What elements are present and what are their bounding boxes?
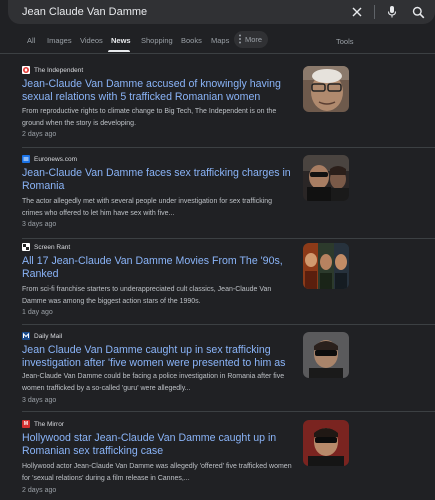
euronews-logo-icon <box>22 155 30 163</box>
result-divider <box>22 324 435 325</box>
result-title[interactable]: Jean-Claude Van Damme faces sex traffick… <box>22 167 294 193</box>
result-divider <box>22 411 435 412</box>
result-thumbnail[interactable] <box>303 332 349 378</box>
result-source: Euronews.com <box>34 155 77 163</box>
result-snippet: From sci-fi franchise starters to undera… <box>22 286 272 305</box>
result-source: Screen Rant <box>34 243 71 251</box>
result-title[interactable]: Jean Claude Van Damme caught up in sex t… <box>22 344 294 370</box>
news-result[interactable]: Euronews.com Jean-Claude Van Damme faces… <box>22 155 422 237</box>
result-age: 3 days ago <box>22 221 57 228</box>
result-age: 1 day ago <box>22 309 53 316</box>
tab-all[interactable]: All <box>27 36 35 45</box>
result-title[interactable]: Hollywood star Jean-Claude Van Damme cau… <box>22 432 294 458</box>
news-result[interactable]: Daily Mail Jean Claude Van Damme caught … <box>22 332 422 410</box>
active-tab-indicator <box>108 50 130 52</box>
search-tabs: All Images Videos News Shopping Books Ma… <box>0 30 435 52</box>
search-input[interactable]: Jean Claude Van Damme <box>22 6 348 18</box>
result-age: 2 days ago <box>22 487 57 494</box>
tab-videos[interactable]: Videos <box>80 36 103 45</box>
tab-images[interactable]: Images <box>47 36 72 45</box>
news-result[interactable]: The Independent Jean-Claude Van Damme ac… <box>22 66 422 146</box>
tab-news[interactable]: News <box>111 36 131 45</box>
close-icon[interactable] <box>348 3 366 21</box>
result-title[interactable]: Jean-Claude Van Damme accused of knowing… <box>22 78 294 104</box>
tab-more[interactable]: More <box>234 31 269 48</box>
result-divider <box>22 238 435 239</box>
daily-mail-logo-icon <box>22 332 30 340</box>
search-icon[interactable] <box>409 3 427 21</box>
the-mirror-logo-icon: M <box>22 420 30 428</box>
tab-shopping[interactable]: Shopping <box>141 36 173 45</box>
result-source: The Independent <box>34 66 84 74</box>
result-source: Daily Mail <box>34 332 63 340</box>
microphone-icon[interactable] <box>383 3 401 21</box>
result-title[interactable]: All 17 Jean-Claude Van Damme Movies From… <box>22 255 294 281</box>
result-thumbnail[interactable] <box>303 420 349 466</box>
result-snippet: Jean-Claude Van Damme could be facing a … <box>22 373 285 392</box>
more-label: More <box>245 35 263 44</box>
tab-books[interactable]: Books <box>181 36 202 45</box>
result-divider <box>22 147 435 148</box>
tabs-divider <box>0 53 435 54</box>
screen-rant-logo-icon <box>22 243 30 251</box>
news-result[interactable]: M The Mirror Hollywood star Jean-Claude … <box>22 420 422 500</box>
result-source: The Mirror <box>34 420 64 428</box>
search-bar[interactable]: Jean Claude Van Damme <box>8 0 435 24</box>
result-thumbnail[interactable] <box>303 155 349 201</box>
result-age: 2 days ago <box>22 131 57 138</box>
result-snippet: From reproductive rights to climate chan… <box>22 108 277 127</box>
result-snippet: The actor allegedly met with several peo… <box>22 198 273 217</box>
search-bar-divider <box>374 5 375 19</box>
result-thumbnail[interactable] <box>303 243 349 289</box>
result-snippet: Hollywood actor Jean-Claude Van Damme wa… <box>22 463 292 482</box>
tools-button[interactable]: Tools <box>336 37 354 46</box>
result-thumbnail[interactable] <box>303 66 349 112</box>
news-result[interactable]: Screen Rant All 17 Jean-Claude Van Damme… <box>22 243 422 323</box>
result-age: 3 days ago <box>22 397 57 404</box>
dots-vertical-icon <box>238 34 242 46</box>
independent-logo-icon <box>22 66 30 74</box>
tab-maps[interactable]: Maps <box>211 36 229 45</box>
